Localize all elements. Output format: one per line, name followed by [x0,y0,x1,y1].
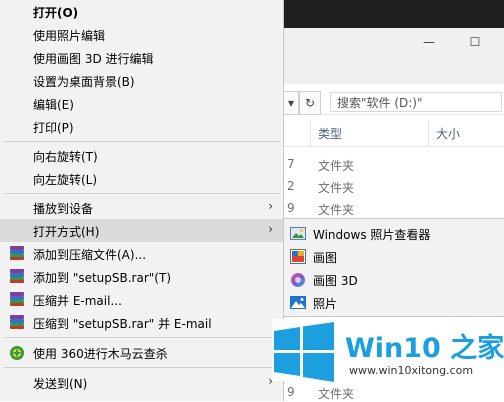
menu-item-open-with[interactable]: 打开方式(H) › [0,219,283,242]
menu-item-cast-to-device[interactable]: 播放到设备 › [0,196,283,219]
row-type[interactable]: 文件夹 [318,157,354,174]
menu-separator [4,367,280,368]
column-header [283,120,504,147]
menu-item-label: 向右旋转(T) [33,150,98,164]
menu-item-label: 使用画图 3D 进行编辑 [33,52,154,66]
column-size-header[interactable]: 大小 [436,125,460,142]
address-dropdown-button[interactable]: ▾ [284,91,299,115]
menu-item-label: 向左旋转(L) [33,173,98,187]
watermark-url: www.win10xitong.com [349,364,474,377]
menu-item-label: 使用 360进行木马云查杀 [33,347,168,361]
menu-item-label: 设置为桌面背景(B) [33,75,135,89]
menu-separator [4,141,280,142]
menu-item-print[interactable]: 打印(P) [0,115,283,138]
menu-item-label: 添加到 "setupSB.rar"(T) [33,271,171,285]
menu-item-label: 添加到压缩文件(A)... [33,248,147,262]
search-box[interactable]: 搜索"软件 (D:)" [330,92,502,112]
windows-logo-icon [272,322,336,382]
watermark-brand: Win10 之家 [345,333,504,364]
refresh-button[interactable]: ↻ [299,91,321,115]
photo-viewer-icon [290,226,306,241]
row-number: 9 [287,385,295,399]
menu-item-edit-with-paint3d[interactable]: 使用画图 3D 进行编辑 [0,46,283,69]
row-type[interactable]: 文件夹 [318,179,354,196]
column-divider[interactable] [310,120,311,146]
submenu-item-label: Windows 照片查看器 [313,228,431,242]
menu-item-label: 压缩并 E-mail... [33,294,122,308]
maximize-icon: ☐ [469,35,481,49]
menu-item-compress-and-email[interactable]: 压缩并 E-mail... [0,288,283,311]
menu-item-label: 发送到(N) [33,377,88,391]
menu-item-360-scan[interactable]: 使用 360进行木马云查杀 [0,341,283,364]
menu-item-add-to-rar[interactable]: 添加到 "setupSB.rar"(T) [0,265,283,288]
explorer-bottom-row [283,381,504,401]
submenu-item-paint3d[interactable]: 画图 3D [284,268,504,291]
submenu-item-label: 画图 3D [313,274,358,288]
menu-item-rotate-left[interactable]: 向左旋转(L) [0,167,283,190]
menu-item-label: 打开(O) [33,6,79,20]
menu-item-label: 打开方式(H) [33,225,100,239]
menu-item-send-to[interactable]: 发送到(N) › [0,371,283,394]
submenu-arrow-icon: › [268,199,273,213]
refresh-icon: ↻ [304,96,316,110]
menu-item-edit[interactable]: 编辑(E) [0,92,283,115]
column-type-header[interactable]: 类型 [318,125,342,142]
menu-item-add-to-archive[interactable]: 添加到压缩文件(A)... [0,242,283,265]
minimize-button[interactable]: — [412,30,446,54]
menu-item-open[interactable]: 打开(O) [0,0,283,23]
paint-icon [290,249,306,264]
menu-item-label: 压缩到 "setupSB.rar" 并 E-mail [33,317,212,331]
row-number: 2 [287,179,295,193]
menu-item-rotate-right[interactable]: 向右旋转(T) [0,144,283,167]
row-type[interactable]: 文件夹 [318,201,354,218]
column-divider[interactable] [428,120,429,146]
chevron-down-icon: ▾ [287,96,295,110]
minimize-icon: — [423,35,435,49]
menu-item-label: 打印(P) [33,121,74,135]
search-placeholder: 搜索"软件 (D:)" [337,95,423,110]
row-number: 9 [287,201,295,215]
menu-item-label: 播放到设备 [33,202,94,216]
maximize-button[interactable]: ☐ [458,30,492,54]
row-type[interactable]: 文件夹 [318,385,354,402]
submenu-item-label: 照片 [313,297,338,311]
winrar-icon [9,315,25,330]
row-number: 7 [287,157,295,171]
submenu-item-label: 画图 [313,251,338,265]
submenu-item-photos[interactable]: 照片 [284,291,504,314]
paint3d-icon [290,272,306,287]
menu-item-edit-with-photos[interactable]: 使用照片编辑 [0,23,283,46]
menu-item-label: 使用照片编辑 [33,29,106,43]
winrar-icon [9,246,25,261]
context-menu: 打开(O) 使用照片编辑 使用画图 3D 进行编辑 设置为桌面背景(B) 编辑(… [0,0,284,401]
menu-item-set-desktop-background[interactable]: 设置为桌面背景(B) [0,69,283,92]
submenu-arrow-icon: › [268,222,273,236]
menu-item-label: 编辑(E) [33,98,74,112]
360-shield-icon [9,345,25,360]
menu-separator [4,337,280,338]
submenu-item-paint[interactable]: 画图 [284,245,504,268]
photos-icon [290,295,306,310]
winrar-icon [9,292,25,307]
menu-item-compress-to-rar-and-email[interactable]: 压缩到 "setupSB.rar" 并 E-mail [0,311,283,334]
desktop-dark-strip [283,0,504,28]
open-with-submenu: Windows 照片查看器 画图 画图 3D 照片 [283,218,504,317]
menu-separator [4,193,280,194]
submenu-item-photo-viewer[interactable]: Windows 照片查看器 [284,222,504,245]
winrar-icon [9,269,25,284]
